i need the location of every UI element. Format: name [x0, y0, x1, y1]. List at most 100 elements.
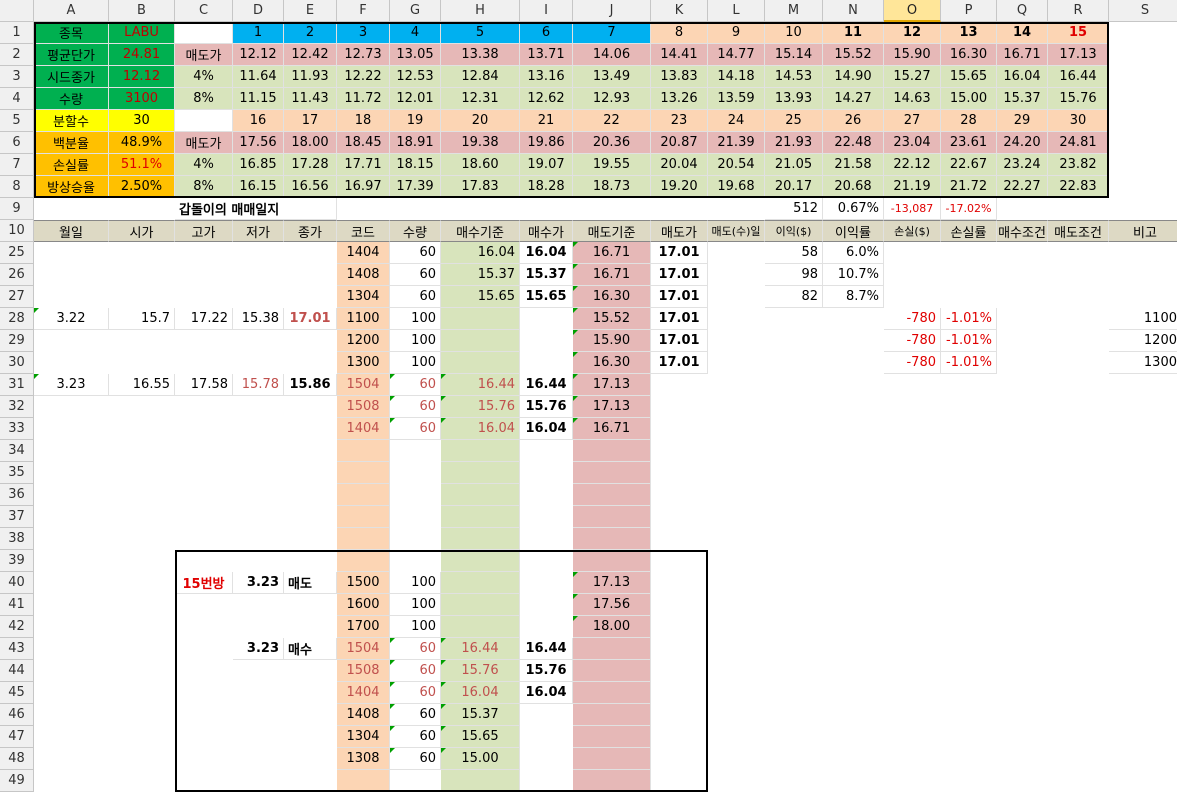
room-sell-basis[interactable]: 18.00 — [573, 616, 651, 638]
column-header[interactable]: D — [233, 0, 284, 22]
sell-basis-column-cell[interactable] — [573, 682, 651, 704]
room-buy-price[interactable]: 15.76 — [520, 660, 573, 682]
journal-cell-f[interactable]: 1408 — [337, 264, 390, 286]
price-cell[interactable]: 20.17 — [765, 176, 823, 198]
journal-header[interactable]: 매수조건 — [997, 220, 1048, 242]
price-cell[interactable]: 16.71 — [997, 44, 1048, 66]
row-header[interactable]: 39 — [0, 550, 34, 572]
journal-header[interactable]: 월일 — [34, 220, 109, 242]
room-buy-basis[interactable]: 16.04 — [441, 682, 520, 704]
row-header[interactable]: 3 — [0, 66, 34, 88]
journal-cell-f[interactable]: 1100 — [337, 308, 390, 330]
price-cell[interactable]: 11.64 — [233, 66, 284, 88]
journal-header[interactable]: 매수기준 — [441, 220, 520, 242]
sell-basis-column-cell[interactable] — [573, 770, 651, 792]
journal-cell-s[interactable]: 1200 — [1109, 330, 1177, 352]
price-cell[interactable]: 16.04 — [997, 66, 1048, 88]
sell-basis-column-cell[interactable] — [573, 506, 651, 528]
total-loss[interactable]: -13,087 — [884, 198, 941, 220]
rate-r2[interactable]: 매도가 — [175, 44, 233, 66]
price-cell[interactable]: 11.15 — [233, 88, 284, 110]
price-cell[interactable]: 23.82 — [1048, 154, 1109, 176]
buy-basis-column-cell[interactable] — [441, 462, 520, 484]
room-buy-basis[interactable]: 15.00 — [441, 748, 520, 770]
journal-cell-m[interactable]: 98 — [765, 264, 823, 286]
journal-cell-j[interactable]: 15.90 — [573, 330, 651, 352]
journal-cell-p[interactable]: -1.01% — [941, 352, 997, 374]
step-number[interactable]: 2 — [284, 22, 337, 44]
price-cell[interactable]: 19.86 — [520, 132, 573, 154]
label-r6[interactable]: 백분율 — [34, 132, 109, 154]
journal-header[interactable]: 고가 — [175, 220, 233, 242]
journal-cell-g[interactable]: 100 — [390, 352, 441, 374]
step-number[interactable]: 5 — [441, 22, 520, 44]
journal-cell-f[interactable]: 1508 — [337, 396, 390, 418]
journal-cell-i[interactable]: 16.04 — [520, 418, 573, 440]
row-header[interactable]: 26 — [0, 264, 34, 286]
label-r8[interactable]: 방상승율 — [34, 176, 109, 198]
journal-cell-a[interactable]: 3.22 — [34, 308, 109, 330]
price-cell[interactable]: 14.41 — [651, 44, 708, 66]
buy-basis-column-cell[interactable] — [441, 352, 520, 374]
step-number[interactable]: 21 — [520, 110, 573, 132]
column-header[interactable]: I — [520, 0, 573, 22]
price-cell[interactable]: 12.12 — [233, 44, 284, 66]
journal-header[interactable]: 종가 — [284, 220, 337, 242]
row-header[interactable]: 1 — [0, 22, 34, 44]
sell-label[interactable]: 매도 — [284, 572, 337, 594]
journal-cell-o[interactable]: -780 — [884, 330, 941, 352]
journal-cell-k[interactable]: 17.01 — [651, 308, 708, 330]
price-cell[interactable]: 16.44 — [1048, 66, 1109, 88]
journal-cell-n[interactable]: 10.7% — [823, 264, 884, 286]
row-header[interactable]: 45 — [0, 682, 34, 704]
column-header[interactable]: G — [390, 0, 441, 22]
column-header[interactable]: S — [1109, 0, 1177, 22]
step-number[interactable]: 11 — [823, 22, 884, 44]
blank-cell[interactable] — [175, 110, 233, 132]
step-number[interactable]: 28 — [941, 110, 997, 132]
price-cell[interactable]: 14.77 — [708, 44, 765, 66]
price-cell[interactable]: 11.72 — [337, 88, 390, 110]
price-cell[interactable]: 24.81 — [1048, 132, 1109, 154]
journal-header[interactable]: 매도가 — [651, 220, 708, 242]
sell-basis-column-cell[interactable] — [573, 726, 651, 748]
row-header[interactable]: 4 — [0, 88, 34, 110]
label-r4[interactable]: 수량 — [34, 88, 109, 110]
price-cell[interactable]: 22.67 — [941, 154, 997, 176]
price-cell[interactable]: 11.43 — [284, 88, 337, 110]
price-cell[interactable]: 11.93 — [284, 66, 337, 88]
step-number[interactable]: 30 — [1048, 110, 1109, 132]
buy-basis-column-cell[interactable] — [441, 528, 520, 550]
rate-r3[interactable]: 4% — [175, 66, 233, 88]
buy-basis-column-cell[interactable] — [441, 330, 520, 352]
step-number[interactable]: 12 — [884, 22, 941, 44]
price-cell[interactable]: 21.05 — [765, 154, 823, 176]
journal-cell-g[interactable]: 100 — [390, 330, 441, 352]
code-column-cell[interactable] — [337, 506, 390, 528]
step-number[interactable]: 4 — [390, 22, 441, 44]
row-header[interactable]: 42 — [0, 616, 34, 638]
journal-cell-f[interactable]: 1304 — [337, 286, 390, 308]
journal-cell-k[interactable]: 17.01 — [651, 242, 708, 264]
splits-value[interactable]: 30 — [109, 110, 175, 132]
journal-cell-h[interactable]: 16.04 — [441, 242, 520, 264]
journal-header[interactable]: 저가 — [233, 220, 284, 242]
label-r2[interactable]: 평균단가 — [34, 44, 109, 66]
row-header[interactable]: 35 — [0, 462, 34, 484]
step-number[interactable]: 18 — [337, 110, 390, 132]
journal-cell-d[interactable]: 15.78 — [233, 374, 284, 396]
buy-basis-column-cell[interactable] — [441, 616, 520, 638]
buy-basis-column-cell[interactable] — [441, 594, 520, 616]
room-qty[interactable]: 60 — [390, 726, 441, 748]
step-number[interactable]: 25 — [765, 110, 823, 132]
row-header[interactable]: 9 — [0, 198, 34, 220]
price-cell[interactable]: 12.62 — [520, 88, 573, 110]
price-cell[interactable]: 13.38 — [441, 44, 520, 66]
step-number[interactable]: 9 — [708, 22, 765, 44]
price-cell[interactable]: 13.59 — [708, 88, 765, 110]
room-code[interactable]: 1600 — [337, 594, 390, 616]
price-cell[interactable]: 22.27 — [997, 176, 1048, 198]
sell-date[interactable]: 3.23 — [233, 572, 284, 594]
journal-cell-g[interactable]: 60 — [390, 374, 441, 396]
journal-cell-f[interactable]: 1404 — [337, 242, 390, 264]
